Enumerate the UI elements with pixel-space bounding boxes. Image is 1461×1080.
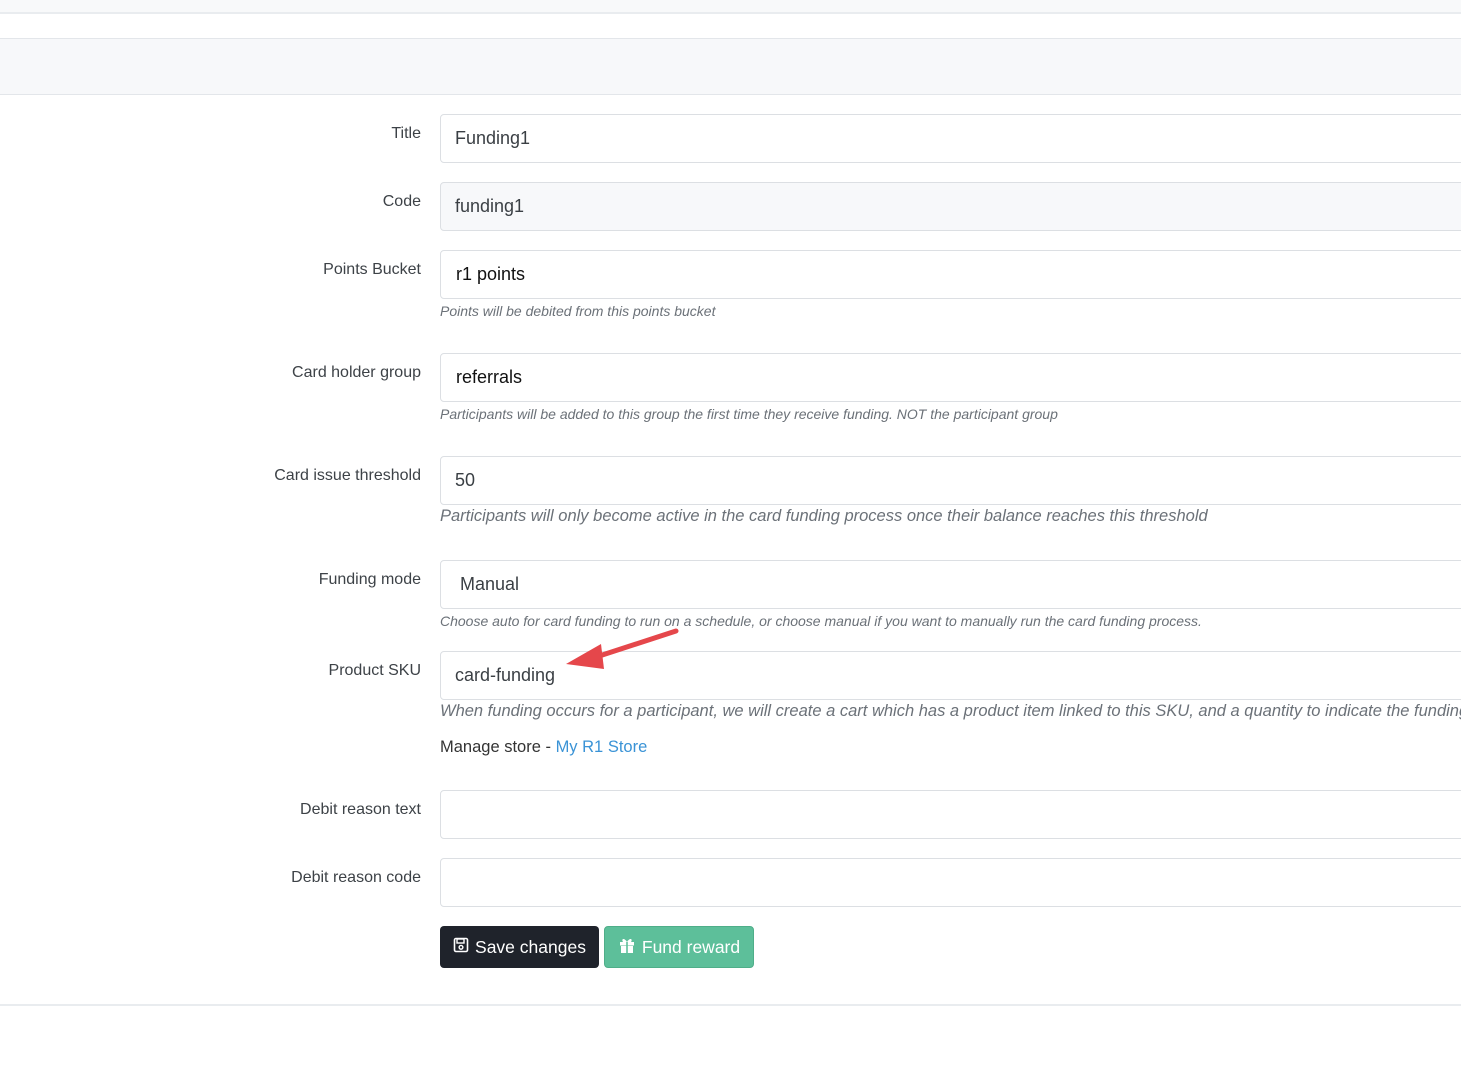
card-issue-threshold-input[interactable]: 50 <box>440 456 1461 505</box>
save-changes-button[interactable]: Save changes <box>440 926 599 968</box>
title-input[interactable]: Funding1 <box>440 114 1461 163</box>
my-store-link[interactable]: My R1 Store <box>556 738 648 756</box>
debit-reason-code-label: Debit reason code <box>291 869 421 886</box>
code-input[interactable]: funding1 <box>440 182 1461 231</box>
floppy-disk-icon <box>453 937 469 958</box>
card-issue-threshold-help: Participants will only become active in … <box>440 507 1208 525</box>
gift-icon <box>618 936 636 959</box>
title-label: Title <box>391 125 421 142</box>
funding-mode-select[interactable]: Manual <box>440 560 1461 609</box>
card-holder-group-value: referrals <box>456 367 523 387</box>
funding-mode-value: Manual <box>460 574 520 594</box>
card-issue-threshold-value: 50 <box>455 470 476 490</box>
fund-reward-button[interactable]: Fund reward <box>604 926 754 968</box>
debit-reason-text-label: Debit reason text <box>300 801 421 818</box>
product-sku-help: When funding occurs for a participant, w… <box>440 702 1461 720</box>
points-bucket-label: Points Bucket <box>323 261 421 278</box>
title-value: Funding1 <box>455 128 531 148</box>
code-value: funding1 <box>455 196 525 216</box>
manage-store-prefix: Manage store - <box>440 738 556 756</box>
card-holder-group-select[interactable]: referrals <box>440 353 1461 402</box>
points-bucket-help: Points will be debited from this points … <box>440 303 716 319</box>
panel-header <box>0 38 1461 95</box>
debit-reason-code-input[interactable] <box>440 858 1461 907</box>
code-label: Code <box>382 193 421 210</box>
card-issue-threshold-label: Card issue threshold <box>274 467 421 484</box>
card-holder-group-help: Participants will be added to this group… <box>440 406 1058 422</box>
card-holder-group-label: Card holder group <box>292 364 421 381</box>
funding-mode-label: Funding mode <box>318 571 421 588</box>
points-bucket-select[interactable]: r1 points <box>440 250 1461 299</box>
debit-reason-text-input[interactable] <box>440 790 1461 839</box>
points-bucket-value: r1 points <box>456 264 526 284</box>
annotation-arrow-icon <box>566 628 679 669</box>
panel-footer-divider <box>0 1004 1461 1006</box>
manage-store-line: Manage store - My R1 Store <box>440 737 647 757</box>
top-strip <box>0 0 1461 14</box>
funding-mode-help: Choose auto for card funding to run on a… <box>440 613 1202 629</box>
fund-reward-label: Fund reward <box>641 936 741 957</box>
save-changes-label: Save changes <box>475 936 586 957</box>
product-sku-value: card-funding <box>455 665 556 685</box>
product-sku-label: Product SKU <box>328 662 421 679</box>
